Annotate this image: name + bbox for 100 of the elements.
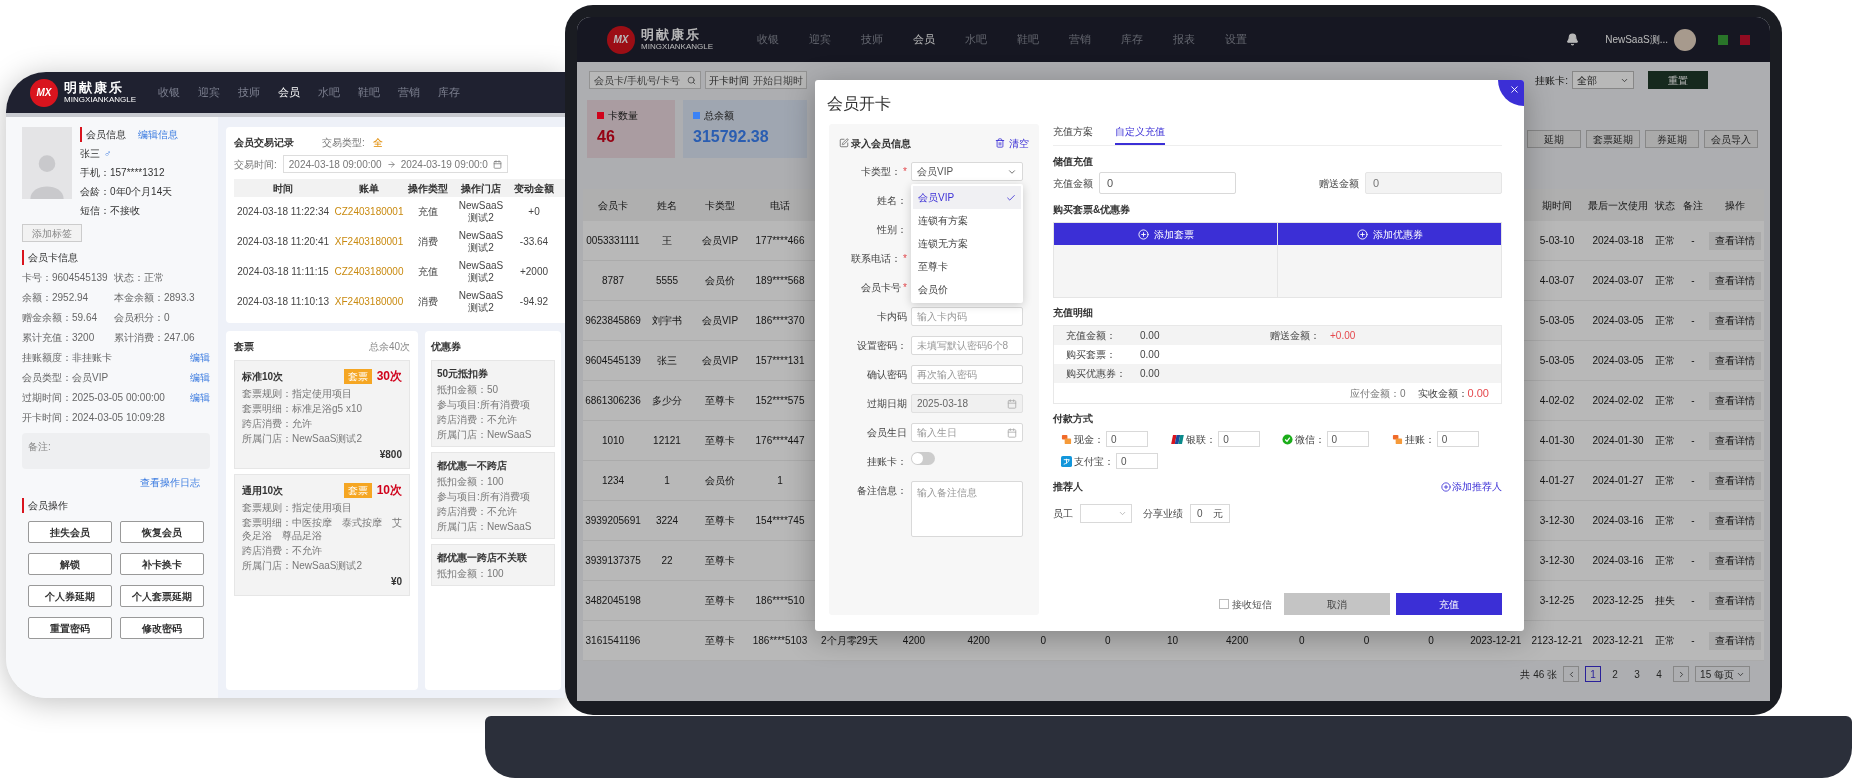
add-referrer-link[interactable]: 添加推荐人 xyxy=(1441,479,1502,494)
checkbox[interactable] xyxy=(1219,599,1229,609)
view-details-button[interactable]: 查看详情 xyxy=(1709,551,1761,570)
input-field[interactable]: 输入卡内码 xyxy=(911,307,1023,326)
member-action-button[interactable]: 个人券延期 xyxy=(28,585,112,607)
previous-page-button[interactable] xyxy=(1563,666,1580,682)
nav-tab[interactable]: 营销 xyxy=(398,84,420,101)
table-cell-text: NewSaaS测试2 xyxy=(457,260,505,284)
select-field[interactable]: 会员VIP xyxy=(911,162,1023,181)
card-title: 会员交易记录 xyxy=(234,136,294,150)
gift-amount-field[interactable]: 0 xyxy=(1365,172,1502,194)
date-field[interactable]: 2025-03-18 xyxy=(911,394,1023,413)
nav-tab[interactable]: 会员 xyxy=(278,84,300,101)
card-detail: 累计消费：247.06 xyxy=(114,331,196,345)
edit-link[interactable]: 编辑 xyxy=(190,350,210,365)
cancel-button[interactable]: 取消 xyxy=(1284,593,1390,615)
payment-amount-field[interactable]: 0 xyxy=(1106,431,1148,447)
view-details-button[interactable]: 查看详情 xyxy=(1709,351,1761,370)
member-action-button[interactable]: 重置密码 xyxy=(28,617,112,639)
nav-tab[interactable]: 鞋吧 xyxy=(358,84,380,101)
amount-field[interactable]: 0 xyxy=(1099,172,1236,194)
dropdown-option[interactable]: 连锁无方案 xyxy=(913,232,1021,255)
toggle-switch[interactable] xyxy=(911,452,935,465)
edit-link[interactable]: 编辑 xyxy=(190,390,210,405)
payment-amount-field[interactable]: 0 xyxy=(1326,431,1369,447)
page-button[interactable]: 1 xyxy=(1585,666,1602,682)
input-field[interactable]: 再次输入密码 xyxy=(911,365,1023,384)
package-detail: 跨店消费：允许 xyxy=(242,417,313,430)
tab[interactable]: 充值方案 xyxy=(1053,124,1093,145)
member-action-button[interactable]: 个人套票延期 xyxy=(120,585,204,607)
table-cell-text: 2024-03-05 xyxy=(1591,314,1645,328)
date-range-field[interactable]: 2024-03-18 09:00:00 2024-03-19 09:00:0 xyxy=(282,155,508,173)
nav-tab[interactable]: 迎宾 xyxy=(198,84,220,101)
tab[interactable]: 自定义充值 xyxy=(1115,124,1165,145)
arrow-icon xyxy=(386,159,396,169)
member-action-button[interactable]: 修改密码 xyxy=(120,617,204,639)
coupon-detail: 参与项目:所有消费项 xyxy=(437,398,531,411)
view-details-button[interactable]: 查看详情 xyxy=(1709,471,1761,490)
input-field[interactable]: 未填写默认密码6个8 xyxy=(911,336,1023,355)
edit-info-link[interactable]: 编辑信息 xyxy=(138,127,178,142)
view-details-button[interactable]: 查看详情 xyxy=(1709,231,1761,250)
nav-tab[interactable]: 技师 xyxy=(238,84,260,101)
nav-tab[interactable]: 会员 xyxy=(913,31,935,48)
textarea-field[interactable]: 输入备注信息 xyxy=(911,481,1023,537)
view-details-button[interactable]: 查看详情 xyxy=(1709,511,1761,530)
add-button[interactable]: 添加套票 xyxy=(1054,223,1277,245)
dropdown-option[interactable]: 连锁有方案 xyxy=(913,209,1021,232)
action-button[interactable]: 券延期 xyxy=(1645,130,1699,148)
view-details-button[interactable]: 查看详情 xyxy=(1709,591,1761,610)
page-size-select[interactable]: 15 每页 xyxy=(1695,666,1750,682)
page-button[interactable]: 3 xyxy=(1629,666,1646,682)
view-details-button[interactable]: 查看详情 xyxy=(1709,311,1761,330)
dropdown-option[interactable]: 会员VIP xyxy=(913,186,1021,209)
staff-select[interactable] xyxy=(1080,504,1132,523)
plus-circle-icon xyxy=(1441,481,1451,492)
view-details-button[interactable]: 查看详情 xyxy=(1709,431,1761,450)
payment-amount-field[interactable]: 0 xyxy=(1436,431,1479,447)
reset-button[interactable]: 重置 xyxy=(1648,71,1708,89)
table-cell-text: NewSaaS测试2 xyxy=(457,230,505,254)
view-details-button[interactable]: 查看详情 xyxy=(1709,631,1761,650)
search-field[interactable]: 会员卡/手机号/卡号 xyxy=(589,71,701,89)
member-action-button[interactable]: 补卡换卡 xyxy=(120,553,204,575)
date-type-select[interactable]: 开卡时间 开始日期时 xyxy=(705,71,807,89)
operation-log-link[interactable]: 查看操作日志 xyxy=(140,475,200,490)
action-button[interactable]: 套票延期 xyxy=(1586,130,1640,148)
table-cell-text: 2024-03-05 xyxy=(1591,354,1645,368)
add-button[interactable]: 添加优惠券 xyxy=(1278,223,1501,245)
action-button[interactable]: 会员导入 xyxy=(1704,130,1758,148)
edit-link[interactable]: 编辑 xyxy=(190,370,210,385)
table-cell-text: 186****370 xyxy=(754,314,806,327)
credit-select[interactable]: 全部 xyxy=(1572,71,1634,89)
dropdown-option[interactable]: 至尊卡 xyxy=(913,255,1021,278)
member-action-button[interactable]: 解锁 xyxy=(28,553,112,575)
card-detail: 卡号：9604545139 xyxy=(22,271,109,285)
member-action-button[interactable]: 恢复会员 xyxy=(120,521,204,543)
clear-button[interactable]: 清空 xyxy=(995,135,1029,151)
coins-icon xyxy=(1391,433,1403,445)
payment-amount-field[interactable]: 0 xyxy=(1116,453,1158,469)
nav-tab[interactable]: 收银 xyxy=(158,84,180,101)
view-details-button[interactable]: 查看详情 xyxy=(1709,271,1761,290)
user-name[interactable]: NewSaaS测... xyxy=(1605,32,1668,47)
member-action-button[interactable]: 挂失会员 xyxy=(28,521,112,543)
view-details-button[interactable]: 查看详情 xyxy=(1709,391,1761,410)
detail-label: 购买优惠券： xyxy=(1066,367,1127,381)
table-cell-text: +0 xyxy=(527,206,541,218)
next-page-button[interactable] xyxy=(1673,666,1690,682)
table-cell-text: 22 xyxy=(660,554,674,567)
dropdown-option[interactable]: 会员价 xyxy=(913,278,1021,301)
page-button[interactable]: 2 xyxy=(1607,666,1624,682)
table-cell-text: 1 xyxy=(776,474,784,487)
bell-icon[interactable] xyxy=(1566,33,1580,46)
nav-tab[interactable]: 水吧 xyxy=(318,84,340,101)
close-button[interactable] xyxy=(1498,80,1524,106)
page-button[interactable]: 4 xyxy=(1651,666,1668,682)
share-amount-field[interactable]: 0 元 xyxy=(1190,504,1230,523)
recharge-button[interactable]: 充值 xyxy=(1396,593,1502,615)
nav-tab[interactable]: 库存 xyxy=(438,84,460,101)
package-detail: 套票明细：中医按摩 泰式按摩 艾灸足浴 尊品足浴 xyxy=(242,516,402,542)
payment-amount-field[interactable]: 0 xyxy=(1218,431,1261,447)
action-button[interactable]: 延期 xyxy=(1527,130,1581,148)
